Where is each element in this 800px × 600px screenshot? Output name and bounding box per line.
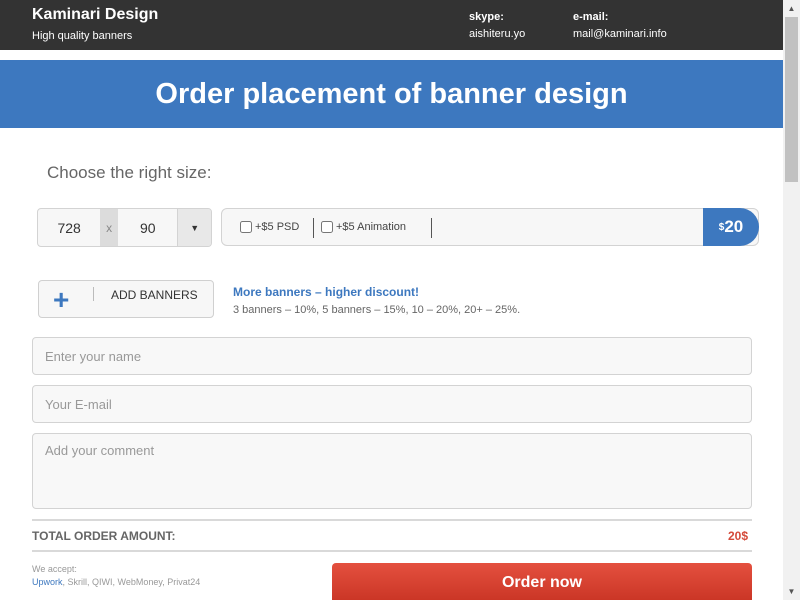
order-now-button[interactable]: Order now <box>332 563 752 600</box>
price-badge: $20 <box>703 208 759 246</box>
title-banner: Order placement of banner design <box>0 60 783 128</box>
scroll-down-icon[interactable]: ▼ <box>783 583 800 600</box>
divider <box>32 519 752 521</box>
add-banners-button[interactable]: + ADD BANNERS <box>38 280 214 318</box>
payment-methods-rest: , Skrill, QIWI, WebMoney, Privat24 <box>62 577 201 587</box>
scrollbar-thumb[interactable] <box>785 17 798 182</box>
triangle-down-icon: ▼ <box>190 222 200 233</box>
discount-text: 3 banners – 10%, 5 banners – 15%, 10 – 2… <box>233 304 521 316</box>
payment-method-upwork[interactable]: Upwork <box>32 577 63 587</box>
psd-label: +$5 PSD <box>255 221 300 233</box>
email-input[interactable] <box>32 385 752 423</box>
email-value[interactable]: mail@kaminari.info <box>573 28 667 40</box>
size-separator: x <box>100 209 119 246</box>
total-label: TOTAL ORDER AMOUNT: <box>32 529 176 543</box>
skype-value[interactable]: aishiteru.yo <box>469 28 525 40</box>
name-input[interactable] <box>32 337 752 375</box>
size-dropdown-button[interactable]: ▼ <box>177 209 211 246</box>
option-divider <box>313 218 314 238</box>
site-header: Kaminari Design High quality banners sky… <box>0 0 783 50</box>
brand-tagline: High quality banners <box>32 30 133 42</box>
comment-textarea[interactable] <box>32 433 752 509</box>
total-value: 20$ <box>728 529 749 543</box>
email-label: e-mail: <box>573 11 609 23</box>
payment-methods: Upwork, Skrill, QIWI, WebMoney, Privat24 <box>32 577 200 587</box>
button-divider <box>93 287 94 301</box>
animation-option[interactable]: +$5 Animation <box>321 209 406 245</box>
payment-label: We accept: <box>32 564 77 574</box>
divider <box>32 550 752 552</box>
add-banners-label: ADD BANNERS <box>111 288 198 302</box>
plus-icon: + <box>53 284 70 315</box>
page: Kaminari Design High quality banners sky… <box>0 0 800 600</box>
extras-options: +$5 PSD +$5 Animation $20 <box>221 208 759 246</box>
skype-label: skype: <box>469 11 504 23</box>
width-value[interactable]: 728 <box>38 209 100 246</box>
page-title: Order placement of banner design <box>155 77 628 110</box>
discount-title: More banners – higher discount! <box>233 285 420 299</box>
option-divider <box>431 218 432 238</box>
animation-label: +$5 Animation <box>336 221 407 233</box>
psd-checkbox[interactable] <box>240 221 252 233</box>
scroll-up-icon[interactable]: ▲ <box>783 0 800 17</box>
price-value: 20 <box>724 217 744 236</box>
size-selector: 728 x 90 ▼ <box>37 208 212 247</box>
height-value[interactable]: 90 <box>118 209 177 246</box>
animation-checkbox[interactable] <box>321 221 333 233</box>
scrollbar[interactable]: ▲ ▼ <box>783 0 800 600</box>
brand-name[interactable]: Kaminari Design <box>32 6 158 24</box>
size-heading: Choose the right size: <box>47 163 212 182</box>
psd-option[interactable]: +$5 PSD <box>240 209 299 245</box>
